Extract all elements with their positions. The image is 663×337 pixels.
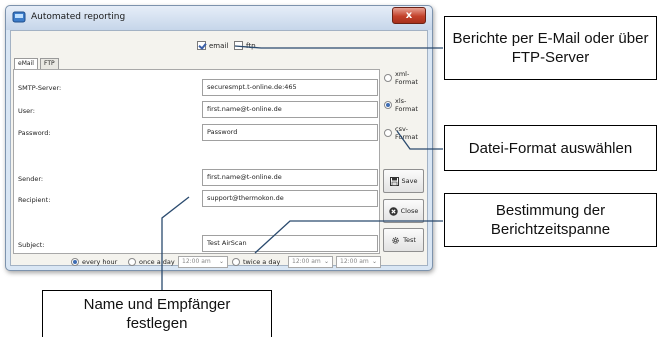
delivery-callout: Berichte per E-Mail oder über FTP-Server	[444, 16, 657, 80]
recipient-callout: Name und Empfänger festlegen	[42, 290, 272, 337]
period-callout-line	[254, 220, 443, 254]
format-callout-line	[396, 130, 443, 150]
recipient-callout-line	[161, 196, 190, 290]
delivery-callout-line	[234, 45, 443, 49]
format-callout: Datei-Format auswählen	[444, 125, 657, 171]
period-callout: Bestimmung der Berichtzeitspanne	[444, 193, 657, 247]
